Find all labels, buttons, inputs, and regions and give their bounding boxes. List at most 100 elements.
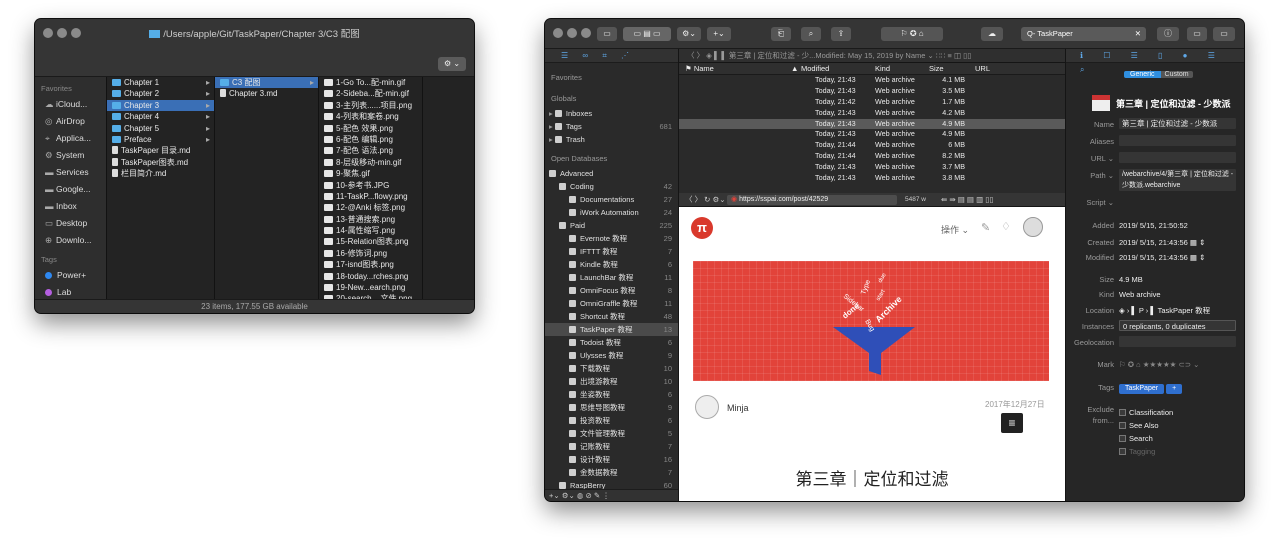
browser-nav[interactable]: 〈 〉 ↻ ⚙⌄ (685, 193, 726, 207)
file-row[interactable]: 10-参考书.JPG (319, 180, 422, 191)
table-row[interactable]: 用纯文本...南 - 少数派Today, 21:42Web archive1.7… (679, 97, 1065, 108)
table-row[interactable]: 答疑汇总 02 - 少数派Today, 21:43Web archive3.8 … (679, 173, 1065, 184)
inspector-toggle-button[interactable]: ▭ (1187, 27, 1207, 41)
file-row[interactable]: Chapter 5 ▸ (107, 123, 214, 134)
database-item[interactable]: 文件管理教程 5 (545, 427, 678, 440)
location-path[interactable]: ◈ › ▌ P › ▌ TaskPaper 教程 (1119, 304, 1236, 317)
sidebar-item[interactable]: ▬ Google... (35, 181, 106, 198)
table-row[interactable]: 推荐序 |...具 - 少数派Today, 21:43Web archive3.… (679, 86, 1065, 97)
name-field[interactable]: 第三章 | 定位和过滤 - 少数派 (1119, 118, 1236, 129)
bell-icon[interactable]: ♢ (1001, 220, 1011, 233)
browser-tools[interactable]: ⇚ ⇛ ▤ ▤ ▥ ▯▯ (941, 193, 994, 207)
globals-item[interactable]: ▸ Inboxes (545, 107, 678, 120)
database-item[interactable]: TaskPaper 教程 13 (545, 323, 678, 336)
minimize-window-button[interactable] (567, 28, 577, 38)
database-item[interactable]: 出境游教程 10 (545, 375, 678, 388)
database-item[interactable]: 金数据教程 7 (545, 466, 678, 479)
database-item[interactable]: OmniGraffle 教程 11 (545, 297, 678, 310)
globals-item[interactable]: ▸ Tags 681 (545, 120, 678, 133)
file-row[interactable]: 16-修饰词.png (319, 248, 422, 259)
column-modified[interactable]: Modified (801, 63, 829, 75)
table-row[interactable]: 第五章 |...目 - 少数派Today, 21:44Web archive6 … (679, 140, 1065, 151)
file-row[interactable]: 4-列表和案卷.png (319, 111, 422, 122)
table-row[interactable]: 序章 | Tas...理 - 少数派Today, 21:43Web archiv… (679, 75, 1065, 86)
database-item[interactable]: Evernote 教程 29 (545, 232, 678, 245)
sidebar-tag[interactable]: Power+ (35, 267, 106, 284)
table-row[interactable]: 答疑汇总 01 - 少数派Today, 21:43Web archive3.7 … (679, 162, 1065, 173)
database-item[interactable]: Paid 225 (545, 219, 678, 232)
file-row[interactable]: 19-New...earch.png (319, 282, 422, 293)
sidebar-item[interactable]: ◎ AirDrop (35, 113, 106, 130)
action-menu-button[interactable]: ⚙⌄ (677, 27, 701, 41)
script-key[interactable]: Script ⌄ (1066, 196, 1114, 209)
edit-icon[interactable]: ✎ (981, 221, 990, 234)
database-item[interactable]: OmniFocus 教程 8 (545, 284, 678, 297)
disclosure-triangle-icon[interactable]: ▸ (549, 135, 555, 144)
sidebar-item[interactable]: ▬ Inbox (35, 198, 106, 215)
database-item[interactable]: 思维导图教程 9 (545, 401, 678, 414)
author-avatar[interactable] (695, 395, 719, 419)
url-field[interactable]: ◉ https://sspai.com/post/42529 (727, 195, 897, 205)
file-row[interactable]: 1-Go To...配-min.gif (319, 77, 422, 88)
tag-taskpaper[interactable]: TaskPaper (1119, 384, 1165, 394)
disclosure-triangle-icon[interactable]: ▸ (549, 122, 555, 131)
sidebar-item[interactable]: ▭ Desktop (35, 215, 106, 232)
column-size[interactable]: Size (929, 63, 944, 75)
file-row[interactable]: 9-聚焦.gif (319, 168, 422, 179)
table-row[interactable]: 第二章 |...用 - 少数派Today, 21:43Web archive4.… (679, 129, 1065, 140)
globals-item[interactable]: ▸ Trash (545, 133, 678, 146)
file-row[interactable]: 3-主列表......项目.png (319, 100, 422, 111)
column-name[interactable]: ⚑ Name (685, 63, 714, 75)
database-item[interactable]: LaunchBar 教程 11 (545, 271, 678, 284)
exclude-option[interactable]: Classification (1119, 406, 1173, 419)
sidebar-item[interactable]: ⚙ System (35, 147, 106, 164)
add-tag-button[interactable]: + (1166, 384, 1183, 394)
file-row[interactable]: 7-配色 语法.png (319, 145, 422, 156)
inspector-tabs[interactable]: ℹ ☐ ☰ ▯ ● ☰ ⌕ (1066, 49, 1244, 74)
search-field[interactable]: Q- TaskPaper ✕ (1021, 27, 1146, 41)
actions-menu[interactable]: 操作 ⌄ (941, 223, 969, 236)
exclude-option[interactable]: Search (1119, 432, 1173, 445)
path-key[interactable]: Path ⌄ (1066, 169, 1114, 182)
sync-cloud-button[interactable]: ☁ (981, 27, 1003, 41)
generic-custom-segment[interactable]: Generic Custom (1124, 71, 1193, 78)
database-item[interactable]: IFTTT 教程 7 (545, 245, 678, 258)
table-row[interactable]: 第一章 |...活 - 少数派Today, 21:43Web archive4.… (679, 108, 1065, 119)
mark-controls[interactable]: ⚐ ✪ ⌂ ★★★★★ ⊂⊃ ⌄ (1119, 358, 1236, 371)
column-kind[interactable]: Kind (875, 63, 890, 75)
instances-popup[interactable]: 0 replicants, 0 duplicates (1119, 320, 1236, 331)
view-mode-segment[interactable]: ▭ ▤ ▭ (623, 27, 671, 41)
sidebar-item[interactable]: ☁ iCloud... (35, 96, 106, 113)
database-item[interactable]: 设计教程 16 (545, 453, 678, 466)
custom-tab[interactable]: Custom (1160, 71, 1193, 78)
database-item[interactable]: Documentations 27 (545, 193, 678, 206)
database-item[interactable]: 记账教程 7 (545, 440, 678, 453)
checkbox[interactable] (1119, 422, 1126, 429)
checkbox[interactable] (1119, 448, 1126, 455)
sidebar-item[interactable]: ▬ Services (35, 164, 106, 181)
layout-toggle-button[interactable]: ▭ (1213, 27, 1235, 41)
database-item[interactable]: 下载教程 10 (545, 362, 678, 375)
menu-icon[interactable]: ≡ (1001, 413, 1023, 433)
share-button[interactable]: ⇪ (831, 27, 851, 41)
database-item[interactable]: Todoist 教程 6 (545, 336, 678, 349)
exclude-option[interactable]: See Also (1119, 419, 1173, 432)
file-row[interactable]: 11-TaskP...flowy.png (319, 191, 422, 202)
sidebar-toolbar[interactable]: ☰ ∞ ⌗ ⋰ (545, 49, 678, 63)
url-inspector-field[interactable] (1119, 152, 1236, 163)
database-item[interactable]: Coding 42 (545, 180, 678, 193)
checkbox[interactable] (1119, 409, 1126, 416)
file-row[interactable]: 栏目简介.md (107, 168, 214, 179)
database-item[interactable]: Ulysses 教程 9 (545, 349, 678, 362)
sspai-logo[interactable]: π (691, 217, 713, 239)
file-row[interactable]: TaskPaper 目录.md (107, 145, 214, 156)
file-row[interactable]: C3 配图 ▸ (215, 77, 318, 89)
file-row[interactable]: Chapter 4 ▸ (107, 111, 214, 122)
database-item[interactable]: 坐姿教程 6 (545, 388, 678, 401)
database-item[interactable]: Advanced (545, 167, 678, 180)
info-button[interactable]: ⓘ (1157, 27, 1179, 41)
lookup-button[interactable]: ⌕ (801, 27, 821, 41)
sidebar-item[interactable]: ⌖ Applica... (35, 130, 106, 147)
sidebar-item[interactable]: ⊕ Downlo... (35, 232, 106, 249)
column-url[interactable]: URL (975, 63, 990, 75)
